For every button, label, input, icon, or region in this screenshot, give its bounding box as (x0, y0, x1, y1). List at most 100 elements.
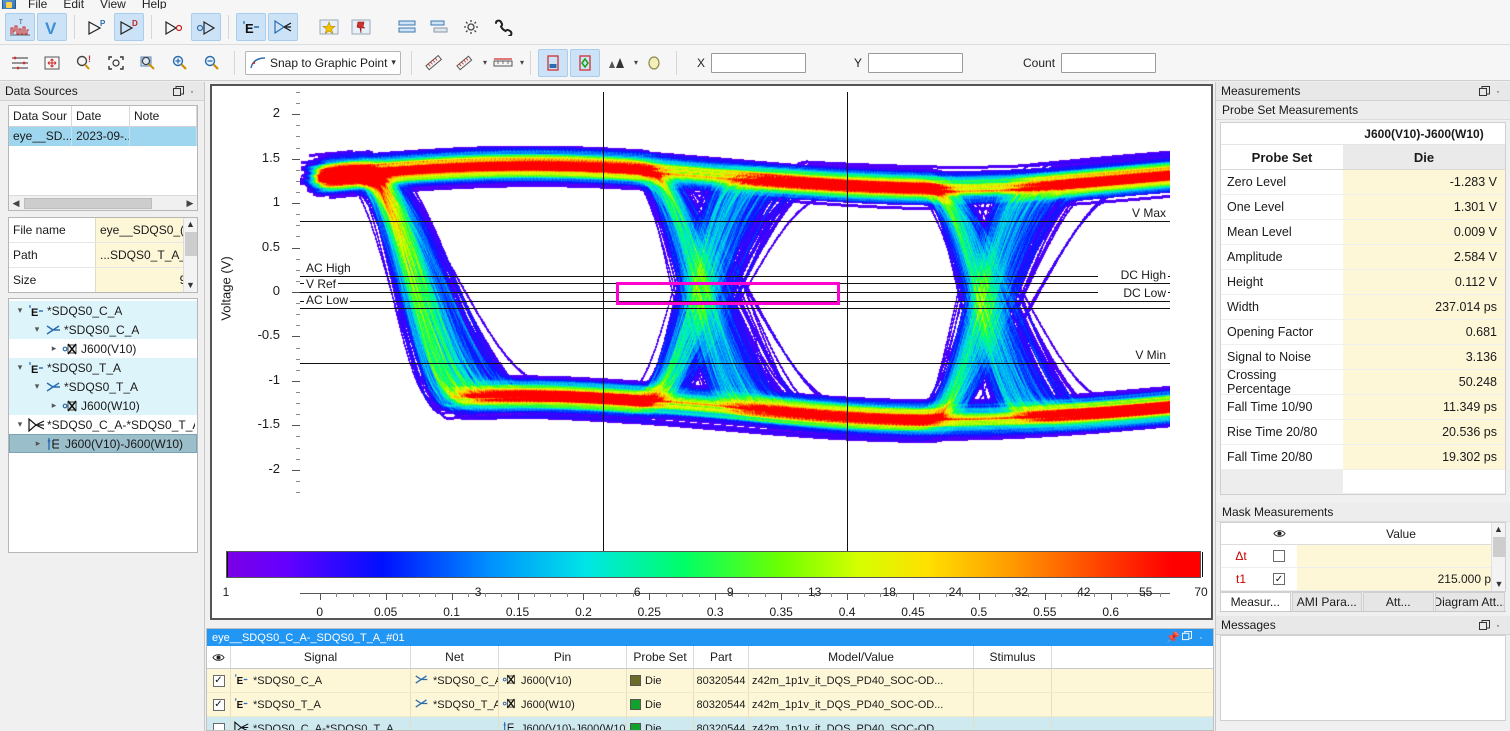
table-row[interactable]: ✓E*SDQS0_T_A*SDQS0_T_AJ600(W10)Die803205… (207, 693, 1213, 717)
phone-support-button[interactable] (488, 13, 518, 41)
tree-node--sdqs0-c-a--sdqs0-t-a[interactable]: ▾*SDQS0_C_A-*SDQS0_T_A (9, 415, 197, 434)
tree-expander-icon[interactable]: ▾ (30, 381, 44, 392)
tree-node-j600-v10-[interactable]: ▸J600(V10) (9, 339, 197, 358)
measure-span-button[interactable] (488, 49, 518, 77)
table-row[interactable]: ✓E*SDQS0_C_A*SDQS0_C_AJ600(V10)Die803205… (207, 669, 1213, 693)
column-header-net[interactable]: Net (411, 646, 499, 668)
fit-all-button[interactable] (37, 49, 67, 77)
tree-node--sdqs0-t-a[interactable]: ▾*SDQS0_T_A (9, 377, 197, 396)
menu-file[interactable]: File (20, 0, 55, 9)
count-input[interactable] (1061, 53, 1156, 73)
driver-d-button[interactable]: D (114, 13, 144, 41)
zoom-out-button[interactable] (197, 49, 227, 77)
property-value[interactable]: eye__SDQS0_( (95, 218, 197, 242)
scroll-right-icon[interactable]: ▶ (183, 198, 197, 209)
input-port-button[interactable] (191, 13, 221, 41)
close-icon[interactable]: · (1491, 618, 1505, 632)
menu-help[interactable]: Help (134, 0, 175, 9)
reference-line-ac-high[interactable] (300, 276, 1170, 277)
eye-diagram-button[interactable]: E (236, 13, 266, 41)
property-value[interactable]: ...SDQS0_T_A_ (95, 243, 197, 267)
tree-node-j600-v10--j600-w10-[interactable]: ▸J600(V10)-J600(W10) (9, 434, 197, 453)
chevron-down-icon[interactable]: ▾ (634, 58, 638, 67)
zoom-area-button[interactable] (133, 49, 163, 77)
column-header-visibility[interactable] (207, 646, 231, 668)
stack-rows-button[interactable] (392, 13, 422, 41)
mask-row-checkbox[interactable]: ✓ (1261, 568, 1297, 590)
tree-expander-icon[interactable]: ▸ (31, 438, 45, 449)
column-header-probe-set[interactable]: Probe Set (627, 646, 694, 668)
pin-marker-button[interactable] (346, 13, 376, 41)
scrollbar-thumb[interactable] (24, 198, 152, 209)
tree-expander-icon[interactable]: ▾ (13, 362, 27, 373)
reference-line-v-max[interactable] (300, 221, 1170, 222)
mask-vertical-scrollbar[interactable]: ▲ ▼ (1491, 523, 1505, 591)
scroll-down-icon[interactable]: ▼ (186, 279, 195, 292)
tab-att[interactable]: Att... (1363, 592, 1434, 611)
tree-node--sdqs0-c-a[interactable]: ▾E*SDQS0_C_A (9, 301, 197, 320)
tree-expander-icon[interactable]: ▾ (13, 305, 27, 316)
scroll-up-icon[interactable]: ▲ (186, 218, 195, 231)
eye-icon[interactable] (1261, 523, 1297, 544)
column-header-part[interactable]: Part (694, 646, 749, 668)
column-header-pin[interactable]: Pin (499, 646, 627, 668)
y-input[interactable] (868, 53, 963, 73)
reference-line-v-min[interactable] (300, 363, 1170, 364)
tab-diagramatt[interactable]: Diagram Att... (1435, 592, 1506, 611)
tree-expander-icon[interactable]: ▾ (13, 419, 27, 430)
zoom-in-button[interactable] (165, 49, 195, 77)
column-header-note[interactable]: Note (130, 106, 197, 126)
cascade-rows-button[interactable] (424, 13, 454, 41)
tab-amipara[interactable]: AMI Para... (1292, 592, 1363, 611)
column-header-die[interactable]: Die (1343, 145, 1505, 169)
mask-header-value[interactable]: Value (1297, 523, 1505, 544)
scroll-down-icon[interactable]: ▼ (1493, 578, 1505, 591)
tree-expander-icon[interactable]: ▾ (30, 324, 44, 335)
table-row[interactable]: eye__SD... 2023-09-... (9, 127, 197, 146)
menu-view[interactable]: View (92, 0, 134, 9)
scrollbar-thumb[interactable] (1493, 537, 1505, 557)
tree-node-j600-w10-[interactable]: ▸J600(W10) (9, 396, 197, 415)
scroll-left-icon[interactable]: ◀ (9, 198, 23, 209)
driver-p-button[interactable]: P (82, 13, 112, 41)
voltage-view-button[interactable]: V (37, 13, 67, 41)
tree-expander-icon[interactable]: ▸ (47, 343, 61, 354)
pin-icon[interactable]: 📌 (1166, 631, 1180, 644)
restore-icon[interactable] (1477, 84, 1491, 98)
chevron-down-icon[interactable]: ▾ (387, 57, 396, 68)
mask-rect-button[interactable] (538, 49, 568, 77)
restore-icon[interactable] (1477, 618, 1491, 632)
output-port-button[interactable] (159, 13, 189, 41)
restore-icon[interactable] (1180, 631, 1194, 644)
favorite-star-button[interactable] (314, 13, 344, 41)
restore-icon[interactable] (171, 84, 185, 98)
mask-measurement-row[interactable]: t1✓215.000 ps (1221, 568, 1505, 591)
horizontal-scrollbar[interactable]: ◀ ▶ (9, 195, 197, 210)
mask-hex-button[interactable] (570, 49, 600, 77)
chevron-down-icon[interactable]: ▾ (483, 58, 487, 67)
grid-lines-button[interactable] (5, 49, 35, 77)
chevron-down-icon[interactable]: ▾ (520, 58, 524, 67)
cursor-t4[interactable] (847, 92, 848, 572)
column-header-signal[interactable]: Signal (231, 646, 411, 668)
zoom-selection-button[interactable] (101, 49, 131, 77)
close-icon[interactable]: · (185, 84, 199, 98)
row-visibility-checkbox[interactable]: ✓ (207, 693, 231, 716)
settings-gear-button[interactable] (456, 13, 486, 41)
close-icon[interactable]: · (1491, 84, 1505, 98)
column-header-date[interactable]: Date (72, 106, 130, 126)
table-row[interactable]: *SDQS0_C_A-*SDQS0_T_AJ600(V10)-J600(W10)… (207, 717, 1213, 731)
zoom-reset-button[interactable]: ! (69, 49, 99, 77)
row-visibility-checkbox[interactable]: ✓ (207, 669, 231, 692)
scrollbar-thumb[interactable] (185, 232, 197, 256)
mask-measurement-row[interactable]: Δt (1221, 545, 1505, 568)
eye-mask-rectangle[interactable] (616, 282, 840, 305)
mask-row-checkbox[interactable] (1261, 545, 1297, 567)
close-icon[interactable]: · (1194, 632, 1208, 644)
measure-ruler-button[interactable] (419, 49, 449, 77)
property-value[interactable]: 97 (95, 268, 197, 292)
tree-node--sdqs0-t-a[interactable]: ▾E*SDQS0_T_A (9, 358, 197, 377)
snap-mode-combo[interactable]: Snap to Graphic Point ▾ (245, 51, 401, 75)
x-input[interactable] (711, 53, 806, 73)
bathtub-ellipse-button[interactable] (639, 49, 669, 77)
